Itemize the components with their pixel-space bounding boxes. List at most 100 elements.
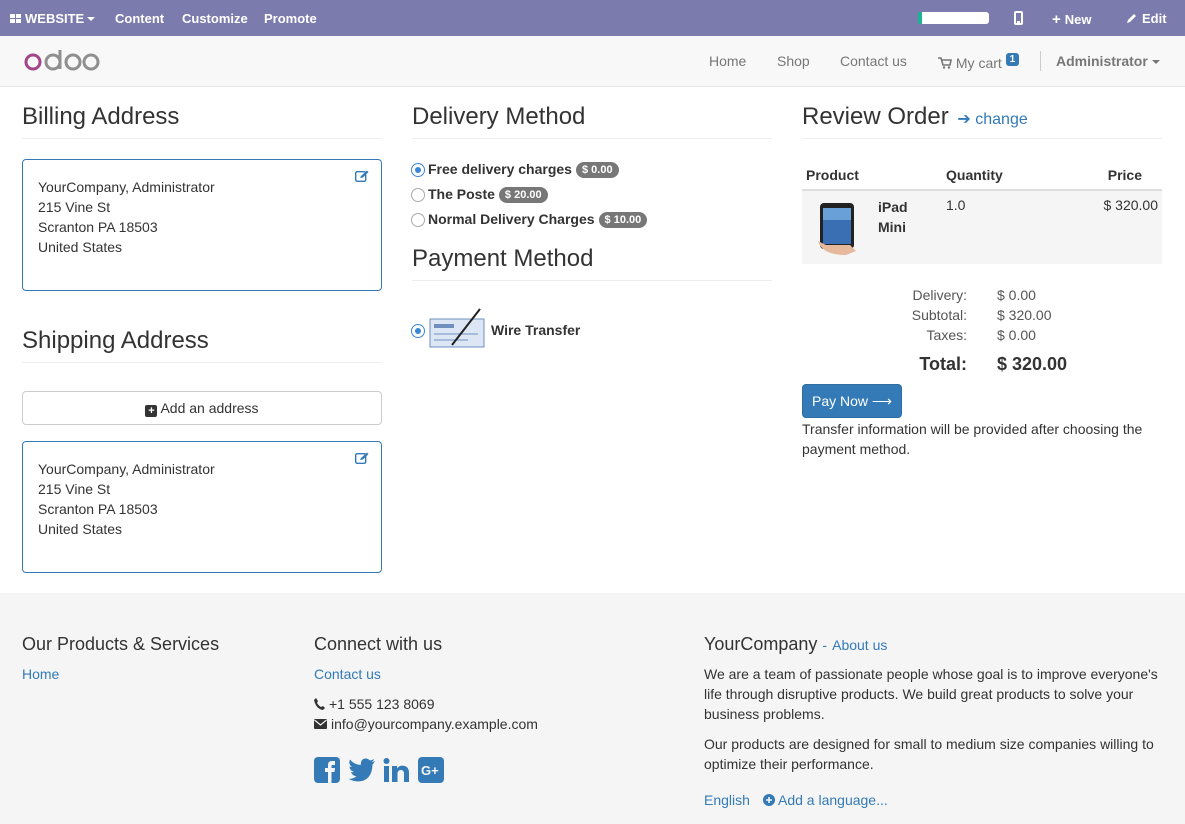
website-menu[interactable]: WEBSITE <box>10 11 96 26</box>
new-label: New <box>1064 12 1092 27</box>
language-english[interactable]: English <box>704 792 750 808</box>
delivery-label: The Poste <box>428 186 495 202</box>
payment-option-wire[interactable]: Wire Transfer <box>491 322 580 338</box>
address-line: Scranton PA 18503 <box>38 219 158 235</box>
add-address-button[interactable]: + Add an address <box>22 391 382 425</box>
delivery-option-normal[interactable]: Normal Delivery Charges $ 10.00 <box>428 211 648 228</box>
customize-menu[interactable]: Customize <box>182 11 248 26</box>
edit-button[interactable]: Edit <box>1126 11 1167 26</box>
user-menu[interactable]: Administrator <box>1056 53 1160 69</box>
linkedin-icon[interactable] <box>383 757 410 783</box>
price-badge: $ 10.00 <box>598 212 648 228</box>
envelope-icon <box>314 719 327 729</box>
price-cell: $ 320.00 <box>1082 190 1162 264</box>
svg-text:G+: G+ <box>421 763 439 778</box>
edit-icon[interactable] <box>355 170 369 182</box>
connect-title: Connect with us <box>314 634 443 654</box>
divider <box>412 280 772 281</box>
billing-title: Billing Address <box>22 103 180 130</box>
address-line: YourCompany, Administrator <box>38 461 215 477</box>
nav-shop[interactable]: Shop <box>777 53 810 69</box>
company-name: YourCompany <box>704 634 818 654</box>
about-us-link[interactable]: About us <box>832 637 887 653</box>
nav-home[interactable]: Home <box>709 53 746 69</box>
divider <box>22 362 382 363</box>
content-menu[interactable]: Content <box>115 11 164 26</box>
company-heading: YourCompany - About us <box>704 634 887 655</box>
pay-now-button[interactable]: Pay Now ⟶ <box>802 384 902 418</box>
taxes-value: $ 0.00 <box>997 327 1036 343</box>
quantity-cell: 1.0 <box>942 190 1082 264</box>
cart-count-badge: 1 <box>1005 53 1020 66</box>
twitter-icon[interactable] <box>348 757 376 783</box>
shipping-title: Shipping Address <box>22 327 209 354</box>
billing-address-card[interactable]: YourCompany, Administrator 215 Vine St S… <box>22 159 382 291</box>
long-arrow-right-icon: ⟶ <box>871 393 892 409</box>
review-title: Review Order <box>802 103 949 130</box>
taxes-label: Taxes: <box>926 327 967 343</box>
address-line: 215 Vine St <box>38 481 111 497</box>
address-line: United States <box>38 239 123 255</box>
total-value: $ 320.00 <box>997 354 1068 374</box>
delivery-label: Normal Delivery Charges <box>428 211 595 227</box>
shipping-address-card[interactable]: YourCompany, Administrator 215 Vine St S… <box>22 441 382 573</box>
footer-contact-link[interactable]: Contact us <box>314 666 381 682</box>
facebook-icon[interactable] <box>314 757 340 783</box>
delivery-summary-value: $ 0.00 <box>997 287 1036 303</box>
odoo-logo[interactable] <box>24 47 100 75</box>
company-text-2: Our products are designed for small to m… <box>704 736 1154 772</box>
delivery-radio-normal[interactable] <box>411 213 425 227</box>
delivery-title: Delivery Method <box>412 103 586 130</box>
col-quantity: Quantity <box>942 160 1082 191</box>
phone-icon <box>314 698 325 710</box>
nav-contact[interactable]: Contact us <box>840 53 907 69</box>
cart-icon <box>938 57 952 69</box>
delivery-radio-free[interactable] <box>411 163 425 177</box>
cart-label: My cart <box>955 55 1002 71</box>
footer-home-link[interactable]: Home <box>22 666 59 682</box>
table-header-row: Product Quantity Price <box>802 160 1162 191</box>
payment-title: Payment Method <box>412 245 594 272</box>
product-cell: iPad Mini <box>802 190 942 264</box>
divider <box>412 138 772 139</box>
delivery-option-poste[interactable]: The Poste $ 20.00 <box>428 186 548 203</box>
products-title: Our Products & Services <box>22 634 220 654</box>
plus-icon: + <box>1052 11 1061 28</box>
email-text: info@yourcompany.example.com <box>331 716 538 732</box>
subtotal-value: $ 320.00 <box>997 307 1052 323</box>
wire-transfer-icon <box>429 308 485 348</box>
delivery-option-free[interactable]: Free delivery charges $ 0.00 <box>428 161 619 178</box>
payment-radio-wire[interactable] <box>411 324 425 338</box>
table-row: iPad Mini 1.0 $ 320.00 <box>802 190 1162 264</box>
google-plus-icon[interactable]: G+ <box>418 757 444 783</box>
phone-text: +1 555 123 8069 <box>329 696 435 712</box>
col-product: Product <box>802 160 942 191</box>
caret-down-icon <box>1151 60 1160 64</box>
change-label: change <box>975 111 1028 128</box>
user-label: Administrator <box>1056 53 1148 69</box>
phone-row: +1 555 123 8069 <box>314 694 435 714</box>
email-row: info@yourcompany.example.com <box>314 714 538 734</box>
mobile-preview-icon[interactable] <box>1014 11 1023 25</box>
price-badge: $ 0.00 <box>575 162 619 178</box>
promote-menu[interactable]: Promote <box>264 11 317 26</box>
delivery-label: Free delivery charges <box>428 161 572 177</box>
subtotal-label: Subtotal: <box>911 307 967 323</box>
website-menu-label: WEBSITE <box>25 11 85 26</box>
divider <box>22 138 382 139</box>
arrow-right-icon: ➔ <box>957 111 971 128</box>
address-line: YourCompany, Administrator <box>38 179 215 195</box>
nav-cart[interactable]: My cart 1 <box>938 53 1020 71</box>
edit-icon[interactable] <box>355 452 369 464</box>
nav-separator <box>1040 51 1041 71</box>
payment-note: Transfer information will be provided af… <box>802 421 1143 457</box>
edit-label: Edit <box>1142 11 1167 26</box>
delivery-summary-label: Delivery: <box>912 287 967 303</box>
add-language-link[interactable]: Add a language... <box>763 792 888 808</box>
plus-circle-icon <box>763 794 775 806</box>
new-button[interactable]: + New <box>1052 11 1092 28</box>
change-link[interactable]: ➔ change <box>957 111 1027 128</box>
pencil-icon <box>1127 14 1136 23</box>
grid-icon <box>10 14 22 24</box>
delivery-radio-poste[interactable] <box>411 188 425 202</box>
